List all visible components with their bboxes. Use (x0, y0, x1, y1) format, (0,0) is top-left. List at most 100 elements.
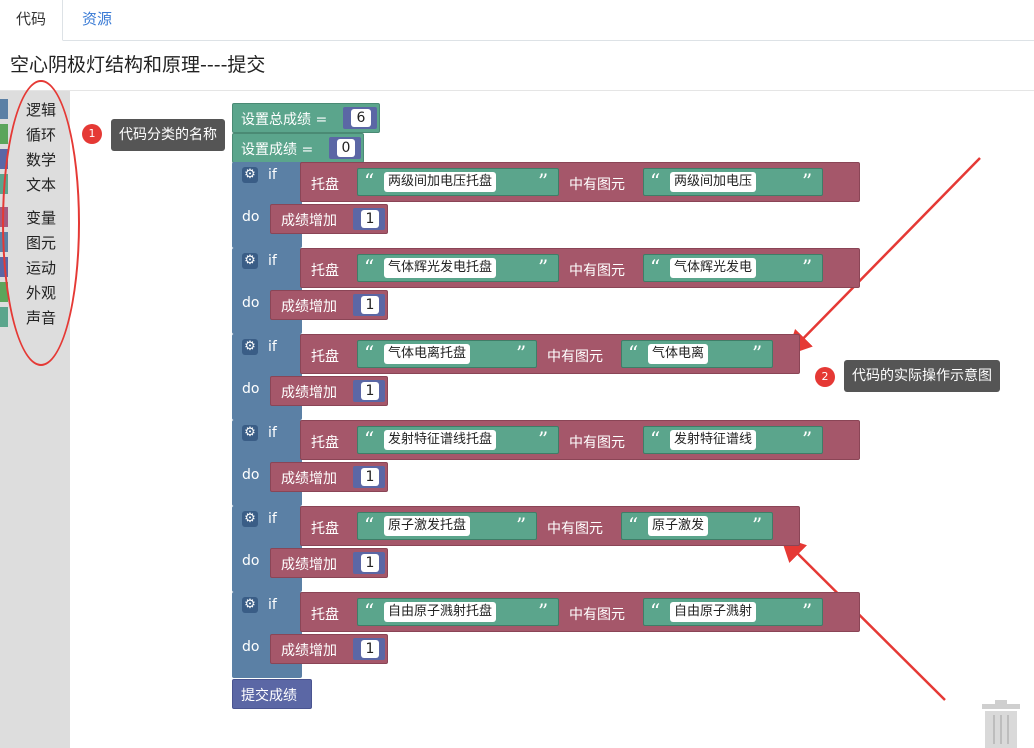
tray-condition-block[interactable]: 托盘 “ 发射特征谱线托盘 ” 中有图元 “ 发射特征谱线 ” (300, 420, 860, 460)
item-string-block[interactable]: “ 原子激发 ” (621, 512, 773, 540)
do-label: do (242, 381, 260, 397)
quote-open-icon: “ (364, 169, 375, 193)
item-value[interactable]: 气体辉光发电 (670, 258, 757, 278)
gear-icon[interactable]: ⚙ (242, 511, 258, 527)
number-slot: 1 (353, 466, 385, 488)
if-label: if (268, 253, 277, 269)
if-label: if (268, 425, 277, 441)
tray-condition-block[interactable]: 托盘 “ 气体辉光发电托盘 ” 中有图元 “ 气体辉光发电 ” (300, 248, 860, 288)
set-score-value[interactable]: 0 (337, 139, 355, 157)
tray-condition-block[interactable]: 托盘 “ 自由原子溅射托盘 ” 中有图元 “ 自由原子溅射 ” (300, 592, 860, 632)
score-add-value[interactable]: 1 (361, 468, 379, 486)
has-item-label: 中有图元 (547, 521, 603, 537)
do-label: do (242, 295, 260, 311)
annotation-number-2: 2 (815, 367, 835, 387)
annotation-label-2: 代码的实际操作示意图 (844, 360, 1000, 392)
gear-icon[interactable]: ⚙ (242, 597, 258, 613)
item-value[interactable]: 两级间加电压 (670, 172, 757, 192)
tray-string-block[interactable]: “ 自由原子溅射托盘 ” (357, 598, 559, 626)
score-add-value[interactable]: 1 (361, 296, 379, 314)
tray-label: 托盘 (311, 521, 339, 537)
number-slot: 1 (353, 552, 385, 574)
tray-value[interactable]: 两级间加电压托盘 (384, 172, 497, 192)
quote-close-icon: ” (802, 255, 813, 279)
if-label: if (268, 167, 277, 183)
item-string-block[interactable]: “ 两级间加电压 ” (643, 168, 823, 196)
tray-label: 托盘 (311, 435, 339, 451)
score-add-block[interactable]: 成绩增加 1 (270, 290, 388, 320)
quote-close-icon: ” (802, 427, 813, 451)
tray-value[interactable]: 原子激发托盘 (384, 516, 471, 536)
do-label: do (242, 467, 260, 483)
tray-value[interactable]: 发射特征谱线托盘 (384, 430, 497, 450)
do-label: do (242, 209, 260, 225)
score-add-label: 成绩增加 (281, 299, 337, 315)
score-add-label: 成绩增加 (281, 557, 337, 573)
tray-string-block[interactable]: “ 气体电离托盘 ” (357, 340, 537, 368)
score-add-value[interactable]: 1 (361, 382, 379, 400)
quote-close-icon: ” (538, 255, 549, 279)
has-item-label: 中有图元 (569, 177, 625, 193)
tray-value[interactable]: 气体辉光发电托盘 (384, 258, 497, 278)
item-string-block[interactable]: “ 自由原子溅射 ” (643, 598, 823, 626)
annotation-number-1: 1 (82, 124, 102, 144)
quote-open-icon: “ (364, 599, 375, 623)
has-item-label: 中有图元 (569, 263, 625, 279)
quote-open-icon: “ (364, 427, 375, 451)
item-value[interactable]: 气体电离 (648, 344, 709, 364)
quote-close-icon: ” (752, 513, 763, 537)
gear-icon[interactable]: ⚙ (242, 425, 258, 441)
item-value[interactable]: 发射特征谱线 (670, 430, 757, 450)
gear-icon[interactable]: ⚙ (242, 253, 258, 269)
quote-close-icon: ” (752, 341, 763, 365)
item-value[interactable]: 自由原子溅射 (670, 602, 757, 622)
number-slot: 1 (353, 380, 385, 402)
tray-label: 托盘 (311, 349, 339, 365)
set-total-label: 设置总成绩 = (241, 112, 328, 128)
do-label: do (242, 639, 260, 655)
score-add-value[interactable]: 1 (361, 210, 379, 228)
score-add-value[interactable]: 1 (361, 554, 379, 572)
tray-condition-block[interactable]: 托盘 “ 原子激发托盘 ” 中有图元 “ 原子激发 ” (300, 506, 800, 546)
set-score-block[interactable]: 设置成绩 = 0 (232, 133, 364, 163)
quote-close-icon: ” (538, 599, 549, 623)
quote-open-icon: “ (364, 255, 375, 279)
quote-close-icon: ” (802, 169, 813, 193)
quote-open-icon: “ (364, 341, 375, 365)
tray-condition-block[interactable]: 托盘 “ 气体电离托盘 ” 中有图元 “ 气体电离 ” (300, 334, 800, 374)
set-total-block[interactable]: 设置总成绩 = 6 (232, 103, 380, 133)
score-add-block[interactable]: 成绩增加 1 (270, 376, 388, 406)
tray-value[interactable]: 自由原子溅射托盘 (384, 602, 497, 622)
tray-string-block[interactable]: “ 气体辉光发电托盘 ” (357, 254, 559, 282)
set-total-value[interactable]: 6 (351, 109, 371, 127)
submit-label: 提交成绩 (241, 688, 297, 704)
score-add-block[interactable]: 成绩增加 1 (270, 204, 388, 234)
number-slot: 6 (343, 107, 377, 129)
gear-icon[interactable]: ⚙ (242, 167, 258, 183)
score-add-label: 成绩增加 (281, 213, 337, 229)
item-string-block[interactable]: “ 气体辉光发电 ” (643, 254, 823, 282)
score-add-value[interactable]: 1 (361, 640, 379, 658)
tray-label: 托盘 (311, 263, 339, 279)
trash-icon[interactable] (980, 700, 1022, 748)
number-slot: 1 (353, 294, 385, 316)
score-add-block[interactable]: 成绩增加 1 (270, 634, 388, 664)
item-string-block[interactable]: “ 发射特征谱线 ” (643, 426, 823, 454)
score-add-block[interactable]: 成绩增加 1 (270, 462, 388, 492)
tray-string-block[interactable]: “ 原子激发托盘 ” (357, 512, 537, 540)
tray-label: 托盘 (311, 177, 339, 193)
tray-condition-block[interactable]: 托盘 “ 两级间加电压托盘 ” 中有图元 “ 两级间加电压 ” (300, 162, 860, 202)
number-slot: 1 (353, 208, 385, 230)
score-add-block[interactable]: 成绩增加 1 (270, 548, 388, 578)
has-item-label: 中有图元 (569, 435, 625, 451)
item-value[interactable]: 原子激发 (648, 516, 709, 536)
tray-string-block[interactable]: “ 两级间加电压托盘 ” (357, 168, 559, 196)
has-item-label: 中有图元 (547, 349, 603, 365)
item-string-block[interactable]: “ 气体电离 ” (621, 340, 773, 368)
quote-open-icon: “ (628, 341, 639, 365)
gear-icon[interactable]: ⚙ (242, 339, 258, 355)
set-score-label: 设置成绩 = (241, 142, 314, 158)
submit-block[interactable]: 提交成绩 (232, 679, 312, 709)
tray-string-block[interactable]: “ 发射特征谱线托盘 ” (357, 426, 559, 454)
tray-value[interactable]: 气体电离托盘 (384, 344, 471, 364)
